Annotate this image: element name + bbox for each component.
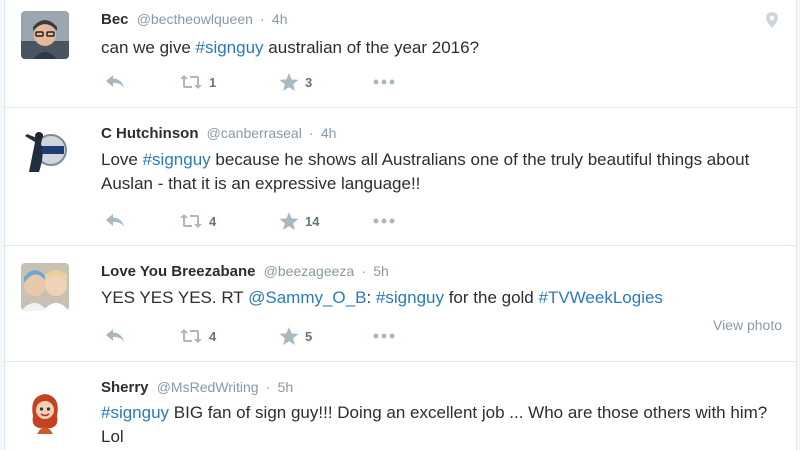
more-icon <box>373 79 395 85</box>
timestamp[interactable]: 4h <box>321 125 337 141</box>
retweet-count: 4 <box>209 328 217 344</box>
text-segment: Love <box>101 150 143 169</box>
hashtag-link[interactable]: #signguy <box>196 38 264 57</box>
separator: · <box>309 125 314 141</box>
like-button[interactable]: 5 <box>279 326 312 346</box>
text-segment: : <box>366 288 376 307</box>
tweet[interactable]: Bec @bectheowlqueen · 4h can we give #si… <box>5 0 796 108</box>
separator: · <box>265 379 271 395</box>
reply-icon <box>106 214 124 227</box>
avatar[interactable] <box>21 386 69 434</box>
like-count: 14 <box>305 213 320 229</box>
avatar[interactable] <box>21 263 69 311</box>
more-icon <box>373 333 395 339</box>
hashtag-link[interactable]: #signguy <box>101 403 169 422</box>
like-icon <box>279 72 299 91</box>
username[interactable]: @MsRedWriting <box>157 379 259 395</box>
tweet-actions: 4 5 <box>101 326 461 346</box>
display-name[interactable]: C Hutchinson <box>101 125 199 142</box>
display-name[interactable]: Love You Breezabane <box>101 263 256 280</box>
like-button[interactable]: 14 <box>279 211 319 231</box>
avatar[interactable] <box>21 124 69 172</box>
tweet-text: #signguy BIG fan of sign guy!!! Doing an… <box>101 401 791 449</box>
display-name[interactable]: Bec <box>101 11 129 28</box>
reply-button[interactable] <box>105 72 125 92</box>
reply-button[interactable] <box>105 326 125 346</box>
more-button[interactable] <box>373 72 395 92</box>
tweet[interactable]: C Hutchinson @canberraseal · 4h Love #si… <box>5 108 796 246</box>
username[interactable]: @beezageeza <box>264 263 355 279</box>
text-segment: YES YES YES. RT <box>101 288 249 307</box>
like-count: 3 <box>305 74 313 90</box>
reply-icon <box>106 329 124 342</box>
tweet-header: Sherry @MsRedWriting · 5h <box>101 377 293 398</box>
like-button[interactable]: 3 <box>279 72 312 92</box>
tweet-text: can we give #signguy australian of the y… <box>101 36 791 60</box>
text-segment: can we give <box>101 38 196 57</box>
timeline: Bec @bectheowlqueen · 4h can we give #si… <box>4 0 797 450</box>
mention-link[interactable]: @Sammy_O_B <box>248 288 366 307</box>
text-segment: for the gold <box>443 288 539 307</box>
location-pin-icon[interactable] <box>766 12 778 33</box>
text-segment: australian of the year 2016? <box>263 38 480 57</box>
username[interactable]: @bectheowlqueen <box>137 11 253 27</box>
timestamp[interactable]: 4h <box>272 11 288 27</box>
timestamp[interactable]: 5h <box>373 263 389 279</box>
like-icon <box>279 326 299 345</box>
more-button[interactable] <box>373 326 395 346</box>
username[interactable]: @canberraseal <box>207 125 302 141</box>
tweet-header: C Hutchinson @canberraseal · 4h <box>101 123 336 144</box>
retweet-icon <box>180 75 202 89</box>
retweet-count: 1 <box>209 74 217 90</box>
tweet-text: YES YES YES. RT @Sammy_O_B: #signguy for… <box>101 286 791 310</box>
retweet-button[interactable]: 4 <box>179 326 216 346</box>
more-button[interactable] <box>373 211 395 231</box>
tweet-text: Love #signguy because he shows all Austr… <box>101 148 791 196</box>
retweet-icon <box>180 214 202 228</box>
reply-button[interactable] <box>105 211 125 231</box>
tweet-actions: 4 14 <box>101 211 461 231</box>
hashtag-link[interactable]: #signguy <box>143 150 211 169</box>
timestamp[interactable]: 5h <box>278 379 294 395</box>
text-segment: BIG fan of sign guy!!! Doing an excellen… <box>101 403 768 446</box>
tweet-actions: 1 3 <box>101 72 461 92</box>
avatar[interactable] <box>21 11 69 59</box>
separator: · <box>361 263 367 279</box>
like-icon <box>279 211 299 230</box>
hashtag-link[interactable]: #signguy <box>376 288 444 307</box>
tweet[interactable]: Love You Breezabane @beezageeza · 5h YES… <box>5 246 796 362</box>
display-name[interactable]: Sherry <box>101 379 149 396</box>
separator: · <box>260 11 265 27</box>
tweet-header: Bec @bectheowlqueen · 4h <box>101 9 287 30</box>
retweet-count: 4 <box>209 213 217 229</box>
more-icon <box>373 218 395 224</box>
like-count: 5 <box>305 328 313 344</box>
retweet-button[interactable]: 4 <box>179 211 216 231</box>
hashtag-link[interactable]: #TVWeekLogies <box>539 288 663 307</box>
reply-icon <box>106 75 124 88</box>
tweet-header: Love You Breezabane @beezageeza · 5h <box>101 261 389 282</box>
view-photo-link[interactable]: View photo <box>713 317 782 333</box>
retweet-icon <box>180 329 202 343</box>
retweet-button[interactable]: 1 <box>179 72 216 92</box>
tweet[interactable]: Sherry @MsRedWriting · 5h #signguy BIG f… <box>5 362 796 450</box>
